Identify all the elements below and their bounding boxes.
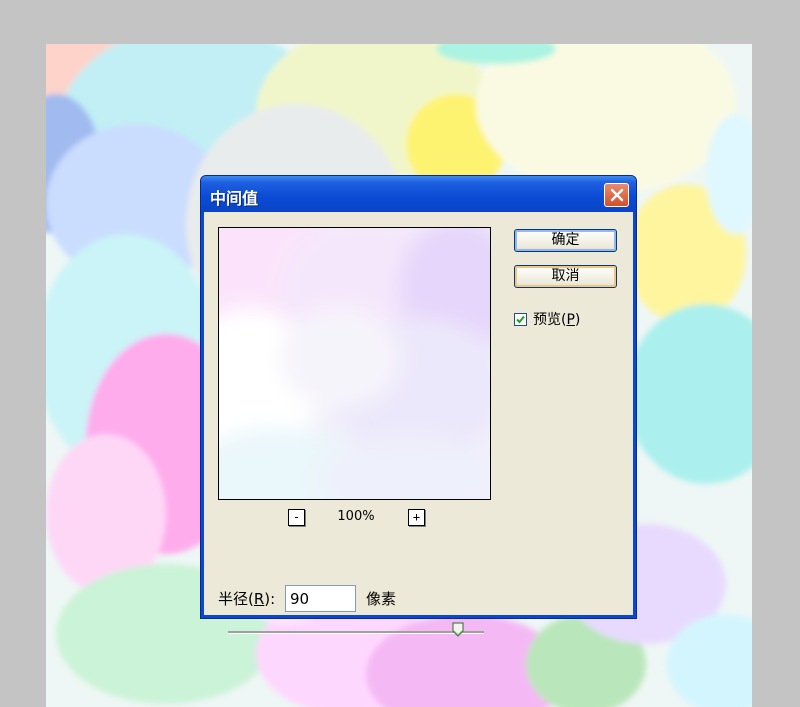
slider-thumb-icon[interactable] bbox=[452, 622, 464, 637]
cancel-button[interactable]: 取消 bbox=[514, 265, 617, 288]
zoom-level: 100% bbox=[337, 509, 375, 524]
dialog-title: 中间值 bbox=[210, 189, 259, 208]
checkmark-icon bbox=[516, 315, 525, 323]
zoom-out-button[interactable]: - bbox=[288, 509, 305, 526]
filter-preview[interactable] bbox=[218, 227, 491, 500]
dialog-client-area: - 100% + 确定 取消 预览(P) 半径(R): 像素 bbox=[204, 212, 633, 637]
radius-slider-track[interactable] bbox=[228, 631, 484, 634]
preview-toggle[interactable]: 预览(P) bbox=[514, 309, 580, 329]
close-button[interactable] bbox=[604, 183, 629, 207]
radius-input[interactable] bbox=[285, 585, 356, 612]
preview-checkbox[interactable] bbox=[514, 312, 527, 326]
radius-label: 半径(R): bbox=[218, 590, 276, 608]
preview-label: 预览(P) bbox=[533, 312, 581, 328]
close-icon bbox=[610, 188, 623, 202]
median-filter-dialog: 中间值 - 100% + 确定 取消 预览(P) 半径(R): 90 像素 bbox=[200, 175, 637, 637]
radius-unit: 像素 bbox=[366, 590, 397, 608]
ok-button[interactable]: 确定 bbox=[514, 229, 617, 252]
dialog-titlebar[interactable]: 中间值 bbox=[201, 176, 636, 212]
zoom-in-button[interactable]: + bbox=[408, 509, 425, 526]
